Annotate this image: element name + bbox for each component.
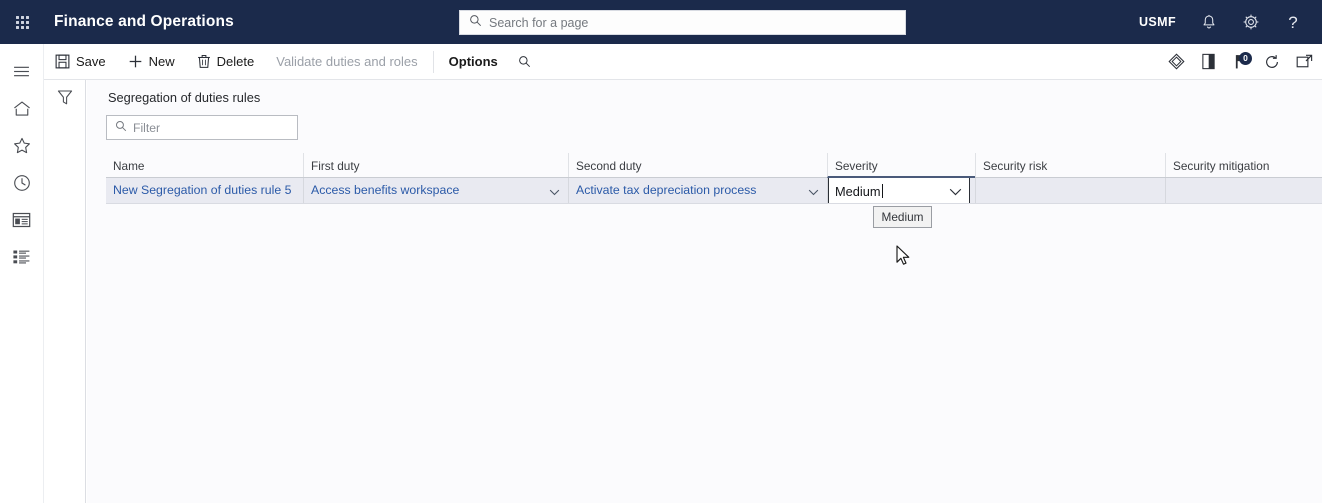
power-bi-badge-count: 0 <box>1239 51 1252 65</box>
power-bi-flag-icon[interactable]: 0 <box>1224 44 1256 80</box>
data-grid: Name First duty Second duty Severity Sec… <box>106 153 1322 204</box>
trash-icon <box>197 55 210 68</box>
application-window: Finance and Operations Search for a page… <box>0 0 1322 503</box>
section-title: Segregation of duties rules <box>108 90 261 105</box>
cell-severity[interactable]: Medium <box>827 178 975 203</box>
severity-combobox[interactable]: Medium <box>828 178 970 203</box>
attachments-document-icon[interactable] <box>1192 44 1224 80</box>
action-pane-right-group: 0 <box>1160 44 1322 80</box>
column-header-security-mitigation[interactable]: Security mitigation <box>1165 153 1322 177</box>
company-selector[interactable]: USMF <box>1127 15 1188 29</box>
save-button-label: Save <box>76 54 106 69</box>
favorites-star-icon[interactable] <box>0 127 44 164</box>
quick-filter-placeholder: Filter <box>133 120 161 135</box>
column-header-severity[interactable]: Severity <box>827 153 975 178</box>
new-button[interactable]: New <box>117 44 186 80</box>
search-icon <box>469 14 482 32</box>
chevron-down-icon[interactable] <box>949 185 962 199</box>
chevron-down-icon[interactable] <box>808 185 819 199</box>
save-button[interactable]: Save <box>44 44 117 80</box>
cell-security-risk[interactable] <box>975 178 1165 203</box>
modules-list-icon[interactable] <box>0 238 44 275</box>
toolbar-search-icon[interactable] <box>509 44 541 80</box>
svg-text:?: ? <box>1288 13 1297 32</box>
column-header-second-duty[interactable]: Second duty <box>568 153 827 177</box>
new-button-label: New <box>148 54 175 69</box>
column-header-name[interactable]: Name <box>106 153 303 177</box>
toolbar-divider <box>432 50 434 73</box>
column-header-first-duty[interactable]: First duty <box>303 153 568 177</box>
notifications-bell-icon[interactable] <box>1188 0 1230 44</box>
open-in-new-window-icon[interactable] <box>1288 44 1320 80</box>
table-row[interactable]: New Segregation of duties rule 5 Access … <box>106 178 1322 204</box>
refresh-icon[interactable] <box>1256 44 1288 80</box>
help-question-icon[interactable]: ? <box>1272 0 1314 44</box>
settings-gear-icon[interactable] <box>1230 0 1272 44</box>
grid-header-row: Name First duty Second duty Severity Sec… <box>106 153 1322 178</box>
global-search-placeholder: Search for a page <box>489 15 589 30</box>
options-button-label: Options <box>448 54 498 69</box>
app-launcher-grid <box>15 15 29 29</box>
hamburger-menu-icon[interactable] <box>0 53 44 90</box>
content-area: Segregation of duties rules Filter Name … <box>87 80 1322 503</box>
delete-button[interactable]: Delete <box>186 44 266 80</box>
severity-suggestion-item[interactable]: Medium <box>873 206 932 228</box>
cell-first-duty-text: Access benefits workspace <box>311 183 460 197</box>
workspaces-icon[interactable] <box>0 201 44 238</box>
validate-duties-and-roles-button: Validate duties and roles <box>265 44 428 80</box>
cell-security-mitigation[interactable] <box>1165 178 1322 203</box>
options-button[interactable]: Options <box>438 44 509 80</box>
plus-icon <box>129 55 141 68</box>
search-icon <box>115 119 127 137</box>
app-launcher-icon[interactable] <box>0 0 44 44</box>
page-title: Finance and Operations <box>54 13 234 30</box>
cell-name[interactable]: New Segregation of duties rule 5 <box>106 178 303 203</box>
cell-first-duty[interactable]: Access benefits workspace <box>303 178 568 203</box>
chevron-down-icon[interactable] <box>549 185 560 199</box>
delete-button-label: Delete <box>216 54 255 69</box>
action-pane-toolbar: Save New Delete Validate duties and role… <box>44 44 1322 80</box>
global-search-input[interactable]: Search for a page <box>459 10 906 35</box>
home-icon[interactable] <box>0 90 44 127</box>
text-cursor <box>881 184 883 198</box>
filter-funnel-icon[interactable] <box>57 89 73 503</box>
cell-second-duty-text: Activate tax depreciation process <box>576 183 757 197</box>
filter-pane <box>44 80 86 503</box>
recent-clock-icon[interactable] <box>0 164 44 201</box>
column-header-security-risk[interactable]: Security risk <box>975 153 1165 177</box>
save-disk-icon <box>55 54 70 69</box>
severity-combobox-value: Medium <box>835 183 881 199</box>
top-nav-right-group: USMF ? <box>1127 0 1314 44</box>
cell-second-duty[interactable]: Activate tax depreciation process <box>568 178 827 203</box>
quick-filter-input[interactable]: Filter <box>106 115 298 140</box>
top-navigation-bar: Finance and Operations Search for a page… <box>0 0 1322 44</box>
left-navigation-rail <box>0 44 44 503</box>
personalize-diamond-icon[interactable] <box>1160 44 1192 80</box>
validate-duties-and-roles-label: Validate duties and roles <box>276 54 418 69</box>
